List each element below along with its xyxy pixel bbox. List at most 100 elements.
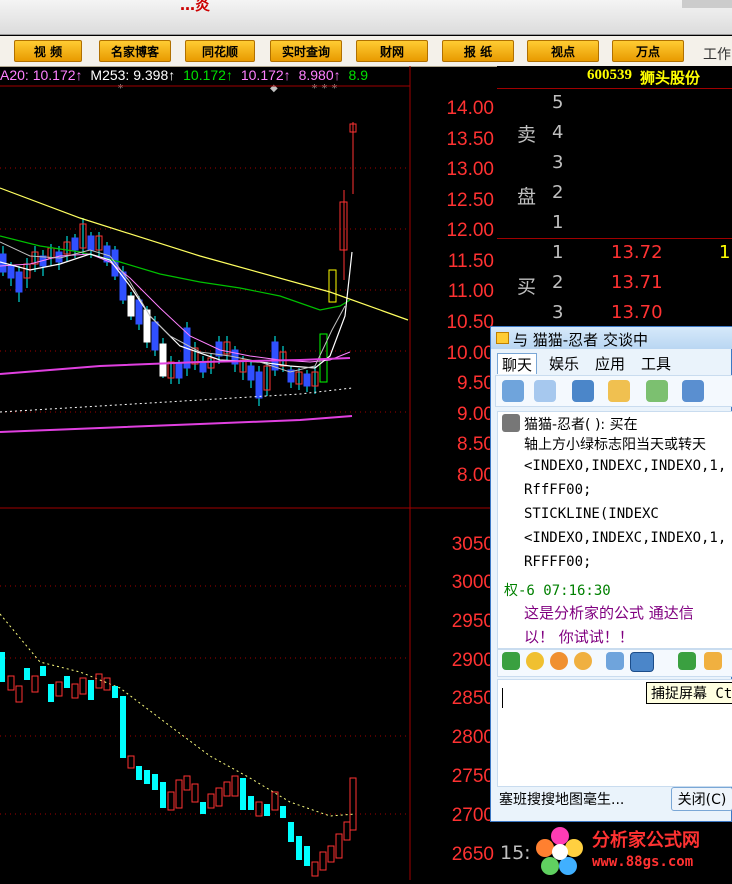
index-tick: 2850 — [452, 688, 494, 709]
sell-level: 3 — [552, 152, 564, 173]
stock-code: 600539 — [587, 67, 632, 83]
clock-text: 15: — [500, 842, 531, 864]
reply-line: 这是分析家的公式 通达信 — [524, 604, 694, 622]
ma-legend-seg-5: 8.9 — [349, 67, 369, 83]
stock-name: 狮头股份 — [640, 69, 701, 87]
chat-title: 与 猫猫-忍者 交谈中 — [513, 331, 648, 349]
price-tick: 8.50 — [457, 434, 494, 455]
shake-icon[interactable] — [574, 652, 592, 670]
tab-tools[interactable]: 工具 — [637, 353, 675, 373]
message-sender: 猫猫-忍者( ): 买在 — [524, 417, 638, 433]
svg-text:◆: ◆ — [270, 83, 278, 94]
toolbar-button-blogs[interactable]: 名家博客 — [99, 40, 171, 62]
index-tick: 3050 — [452, 534, 494, 555]
buy-level: 3 — [552, 302, 564, 323]
buy-volume: 1 — [719, 242, 731, 263]
sell-level: 4 — [552, 122, 564, 143]
ma-legend-seg-0: A20: 10.172↑ — [0, 67, 83, 83]
kline-chart-area[interactable]: A20: 10.172↑ M253: 9.398↑ 10.172↑ 10.172… — [0, 66, 497, 880]
more-icon[interactable] — [704, 652, 722, 670]
message-line: <INDEXO,INDEXC,INDEXO,1, — [524, 530, 727, 546]
toolbar-button-tonghuashun[interactable]: 同花顺 — [185, 40, 255, 62]
chat-status-link[interactable]: 塞班搜搜地图毫生... — [499, 789, 624, 809]
message-line: RFFFF00; — [524, 554, 592, 570]
ma-legend-seg-4: 8.980↑ — [299, 67, 341, 83]
index-tick: 2800 — [452, 727, 494, 748]
font-icon[interactable] — [502, 652, 520, 670]
input-toolbar — [497, 649, 732, 677]
toolbar-button-viewpoint[interactable]: 视点 — [527, 40, 599, 62]
chat-tabs: 聊天 娱乐 应用 工具 — [491, 351, 732, 374]
emoji-icon[interactable] — [526, 652, 544, 670]
price-tick: 9.00 — [457, 404, 494, 425]
site-toolbar: 视 频 名家博客 同花顺 实时查询 财网 报 纸 视点 万点 工作 — [0, 36, 732, 67]
screenshot-tooltip: 捕捉屏幕 Ct — [646, 682, 732, 704]
buy-label: 买 — [517, 276, 537, 298]
message-timestamp: 权-6 07:16:30 — [504, 583, 611, 599]
buy-price: 13.71 — [611, 272, 663, 293]
browser-title-strip: …炎 — [0, 0, 732, 35]
reply-line: 以！ 你试试！！ — [524, 628, 634, 646]
message-line: RffFF00; — [524, 482, 592, 498]
apps-icon[interactable] — [682, 380, 704, 402]
price-tick: 14.00 — [446, 98, 494, 119]
message-line: 轴上方小绿标志阳当天或转天 — [524, 437, 706, 453]
index-tick: 3000 — [452, 572, 494, 593]
index-tick: 2700 — [452, 805, 494, 826]
toolbar-button-video[interactable]: 视 频 — [14, 40, 82, 62]
tab-entertainment[interactable]: 娱乐 — [545, 353, 583, 373]
screenshot-icon[interactable] — [630, 652, 654, 672]
price-tick: 9.50 — [457, 373, 494, 394]
price-tick: 13.50 — [446, 129, 494, 150]
index-candles — [0, 613, 357, 877]
index-tick: 2750 — [452, 766, 494, 787]
order-book-divider — [497, 238, 732, 239]
video-call-icon[interactable] — [502, 380, 524, 402]
music-icon[interactable] — [678, 652, 696, 670]
chat-title-bar[interactable]: 与 猫猫-忍者 交谈中 — [491, 327, 732, 349]
text-cursor — [502, 688, 503, 708]
webcam-icon[interactable] — [534, 380, 556, 402]
flower-logo-icon — [536, 827, 583, 875]
chat-toolbar — [495, 375, 732, 407]
svg-text:*: * — [118, 83, 123, 94]
stock-header: 600539 狮头股份 — [497, 66, 732, 89]
toolbar-button-finance[interactable]: 财网 — [356, 40, 428, 62]
price-tick: 8.00 — [457, 465, 494, 486]
add-friend-icon[interactable] — [646, 380, 668, 402]
chat-window[interactable]: 与 猫猫-忍者 交谈中 聊天 娱乐 应用 工具 猫猫-忍者( ): 买在 轴上方… — [490, 326, 732, 822]
toolbar-button-newspaper[interactable]: 报 纸 — [442, 40, 514, 62]
price-tick: 11.00 — [448, 281, 494, 302]
buy-price: 13.72 — [611, 242, 663, 263]
ma-legend: A20: 10.172↑ M253: 9.398↑ 10.172↑ 10.172… — [0, 67, 368, 83]
ma-legend-seg-1: M253: 9.398↑ — [90, 67, 175, 83]
magic-emoji-icon[interactable] — [550, 652, 568, 670]
voice-icon[interactable] — [572, 380, 594, 402]
site-watermark: 分析家公式网 www.88gs.com — [530, 822, 732, 880]
image-icon[interactable] — [606, 652, 624, 670]
message-line: <INDEXO,INDEXC,INDEXO,1, — [524, 458, 727, 474]
message-input[interactable]: 捕捉屏幕 Ct — [497, 679, 732, 787]
file-transfer-icon[interactable] — [608, 380, 630, 402]
price-tick: 12.00 — [446, 220, 494, 241]
price-axis: 14.00 13.50 13.00 12.50 12.00 11.50 11.0… — [446, 98, 494, 486]
tab-apps[interactable]: 应用 — [591, 353, 629, 373]
close-button[interactable]: 关闭(C) — [671, 787, 732, 811]
index-axis: 3050 3000 2950 2900 2850 2800 2750 2700 … — [452, 534, 494, 865]
window-corner — [682, 0, 732, 8]
sell-label-top: 卖 — [517, 124, 537, 146]
ma-legend-seg-2: 10.172↑ — [183, 67, 233, 83]
grid-lines — [0, 167, 410, 815]
kline-chart-svg: A20: 10.172↑ M253: 9.398↑ 10.172↑ 10.172… — [0, 66, 497, 880]
sell-label-bottom: 盘 — [517, 186, 537, 208]
sell-level: 5 — [552, 92, 564, 113]
tab-chat[interactable]: 聊天 — [497, 353, 538, 374]
ma-legend-seg-3: 10.172↑ — [241, 67, 291, 83]
toolbar-button-wandian[interactable]: 万点 — [612, 40, 684, 62]
chat-message-area[interactable]: 猫猫-忍者( ): 买在 轴上方小绿标志阳当天或转天 <INDEXO,INDEX… — [497, 411, 732, 649]
buy-price: 13.70 — [611, 302, 663, 323]
sell-level: 2 — [552, 182, 564, 203]
buy-level: 2 — [552, 272, 564, 293]
toolbar-overflow-label: 工作 — [703, 47, 731, 63]
toolbar-button-realtime[interactable]: 实时查询 — [270, 40, 342, 62]
